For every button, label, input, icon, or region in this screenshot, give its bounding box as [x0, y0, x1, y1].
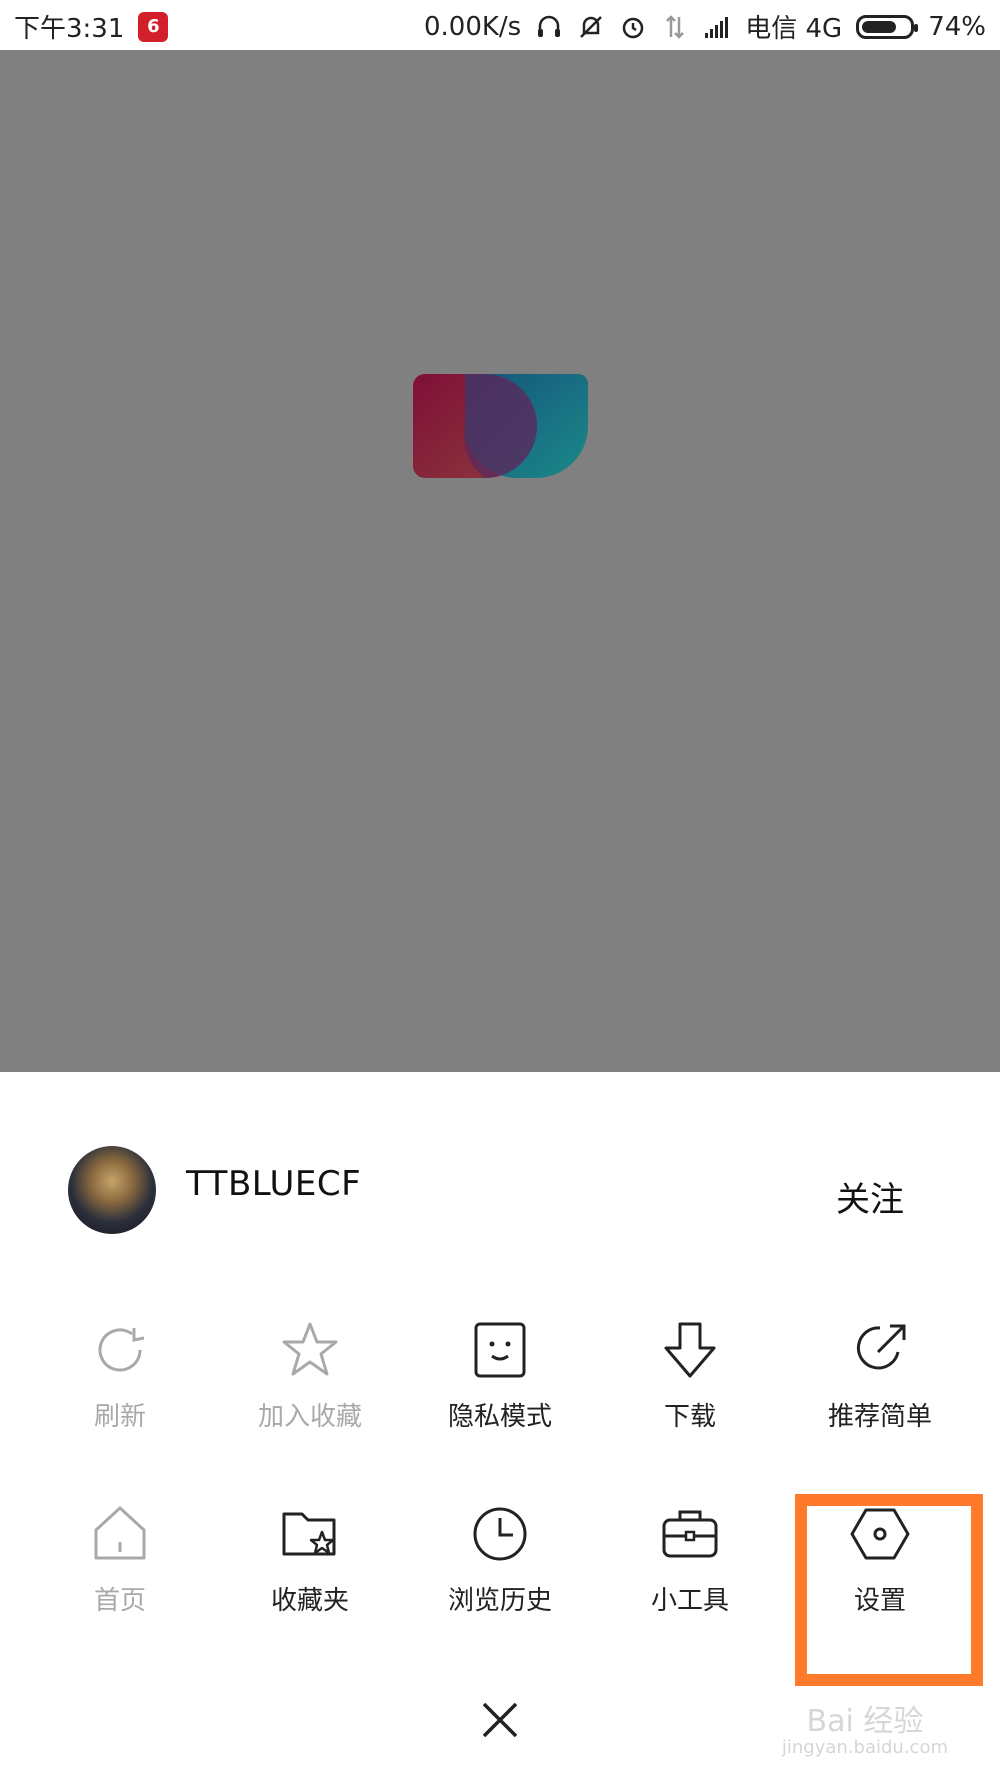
menu-label: 加入收藏: [257, 1402, 362, 1432]
status-bar: 下午3:31 6 0.00K/s 电信 4G 74%: [0, 0, 1000, 50]
battery-icon: [856, 14, 919, 39]
app-logo: [413, 374, 588, 478]
signal-icon: [705, 16, 729, 38]
watermark-main: Bai 经验: [806, 1704, 924, 1740]
status-time: 下午3:31: [14, 14, 125, 44]
baidu-jingyan-watermark: Bai 经验 jingyan.baidu.com: [782, 1705, 948, 1758]
toolbox-icon: [662, 1510, 718, 1558]
menu-label: 刷新: [93, 1402, 146, 1432]
menu-label: 浏览历史: [447, 1586, 552, 1616]
menu-item-recommend[interactable]: 推荐简单: [790, 1318, 970, 1468]
watermark-sub: jingyan.baidu.com: [781, 1737, 948, 1759]
menu-label: 首页: [93, 1586, 146, 1616]
download-icon: [664, 1322, 716, 1378]
menu-item-history[interactable]: 浏览历史: [410, 1502, 590, 1652]
home-icon: [94, 1506, 146, 1560]
star-icon: [282, 1322, 338, 1376]
share-icon: [856, 1324, 906, 1370]
menu-item-private-mode[interactable]: 隐私模式: [410, 1318, 590, 1468]
data-arrows-icon: [666, 14, 685, 39]
dimmed-page-overlay[interactable]: [0, 50, 1000, 1072]
menu-item-tools[interactable]: 小工具: [600, 1502, 780, 1652]
menu-row-1: 刷新 加入收藏 隐私模式 下载 推荐简单: [0, 1318, 1000, 1468]
user-avatar[interactable]: [68, 1146, 156, 1234]
menu-item-add-favorite[interactable]: 加入收藏: [220, 1318, 400, 1468]
refresh-icon: [98, 1328, 145, 1372]
netease-music-icon: 6: [138, 11, 169, 42]
headphone-icon: [538, 15, 561, 37]
menu-item-download[interactable]: 下载: [600, 1318, 780, 1468]
menu-label: 小工具: [650, 1586, 729, 1616]
menu-label: 隐私模式: [447, 1402, 552, 1432]
face-icon: [474, 1322, 526, 1378]
menu-label: 下载: [663, 1402, 716, 1432]
mute-bell-icon: [580, 15, 603, 38]
menu-item-home[interactable]: 首页: [30, 1502, 210, 1652]
alarm-icon: [622, 17, 644, 38]
settings-highlight-box: [795, 1494, 983, 1686]
menu-item-refresh[interactable]: 刷新: [30, 1318, 210, 1468]
menu-item-favorites-folder[interactable]: 收藏夹: [220, 1502, 400, 1652]
carrier-label: 电信 4G: [745, 14, 843, 44]
menu-label: 推荐简单: [827, 1402, 932, 1432]
close-icon[interactable]: [466, 1686, 534, 1754]
menu-label: 收藏夹: [270, 1586, 349, 1616]
net-speed: 0.00K/s: [423, 11, 522, 42]
folder-star-icon: [282, 1512, 336, 1556]
username[interactable]: TTBLUECF: [186, 1164, 361, 1204]
follow-button[interactable]: 关注: [836, 1172, 904, 1221]
battery-percent: 74%: [928, 11, 986, 42]
clock-icon: [473, 1507, 527, 1561]
